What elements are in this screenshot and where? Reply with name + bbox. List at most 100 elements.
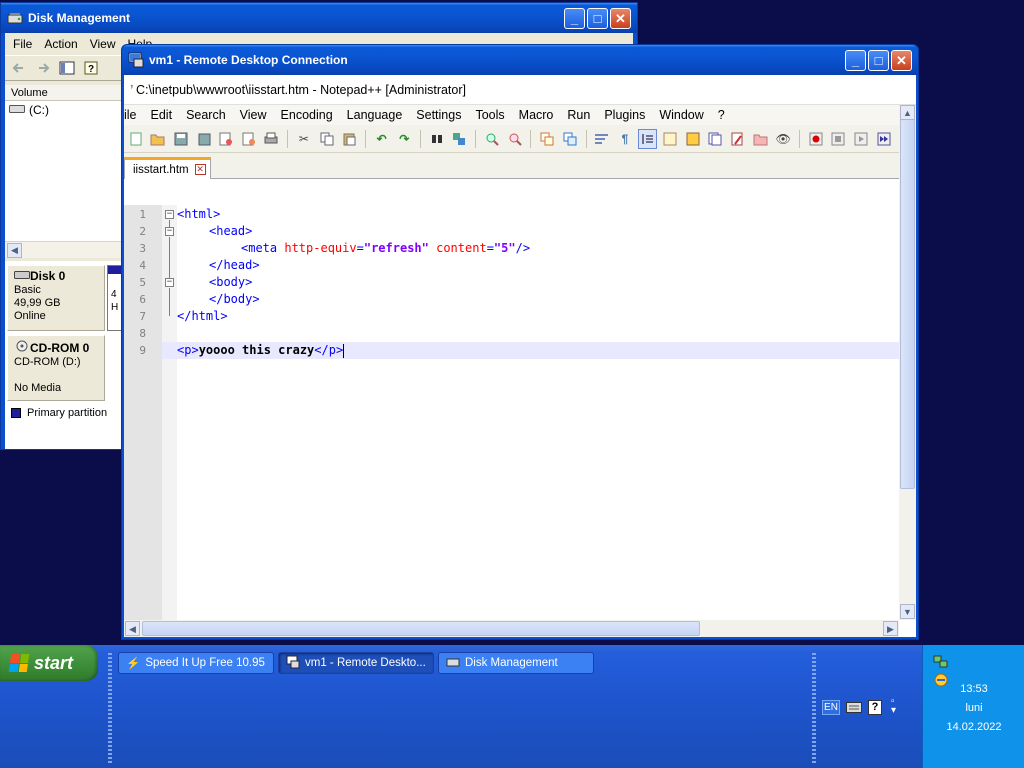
redo-icon[interactable]: ↷ bbox=[395, 129, 415, 149]
help-icon[interactable]: ? bbox=[83, 60, 99, 76]
menu-tools[interactable]: Tools bbox=[468, 108, 511, 122]
taskbar-button-rdp[interactable]: vm1 - Remote Deskto... bbox=[278, 652, 434, 674]
editor-horizontal-scrollbar[interactable]: ◀ ▶ bbox=[124, 620, 899, 637]
taskbar-button-disk-management[interactable]: Disk Management bbox=[438, 652, 594, 674]
scroll-right-arrow-icon[interactable]: ▶ bbox=[883, 621, 898, 636]
menu-view[interactable]: View bbox=[233, 108, 274, 122]
disk-management-titlebar[interactable]: Disk Management _ □ ✕ bbox=[1, 3, 637, 33]
close-all-icon[interactable] bbox=[239, 129, 259, 149]
start-button[interactable]: start bbox=[0, 645, 98, 681]
code-token: </p> bbox=[314, 343, 344, 357]
network-icon[interactable] bbox=[933, 655, 949, 672]
menu-help[interactable]: ? bbox=[711, 108, 732, 122]
zoom-in-icon[interactable] bbox=[482, 129, 502, 149]
record-macro-icon[interactable] bbox=[806, 129, 826, 149]
show-all-chars-icon[interactable]: ¶ bbox=[615, 129, 635, 149]
volume-item-c[interactable]: (C:) bbox=[9, 103, 49, 117]
tab-iisstart[interactable]: iisstart.htm ✕ bbox=[124, 157, 211, 179]
show-hide-tree-icon[interactable] bbox=[59, 60, 75, 76]
help-icon[interactable]: ? bbox=[868, 700, 882, 715]
back-arrow-icon[interactable] bbox=[11, 60, 27, 76]
keyboard-icon[interactable] bbox=[846, 702, 862, 716]
rdp-close-button[interactable]: ✕ bbox=[891, 50, 912, 71]
disk0-name: Disk 0 bbox=[30, 269, 66, 283]
new-file-icon[interactable] bbox=[126, 129, 146, 149]
zoom-out-icon[interactable] bbox=[505, 129, 525, 149]
rdp-titlebar[interactable]: vm1 - Remote Desktop Connection _ □ ✕ bbox=[122, 45, 918, 75]
rdp-minimize-button[interactable]: _ bbox=[845, 50, 866, 71]
user-language-icon[interactable] bbox=[660, 129, 680, 149]
folder-workspace-icon[interactable] bbox=[728, 129, 748, 149]
close-button[interactable]: ✕ bbox=[610, 8, 631, 29]
scroll-left-arrow-icon[interactable]: ◀ bbox=[125, 621, 140, 636]
code-token: <head> bbox=[209, 224, 253, 238]
menu-file[interactable]: ile bbox=[124, 108, 144, 122]
menu-macro[interactable]: Macro bbox=[512, 108, 561, 122]
monitoring-eye-icon[interactable]: 👁 bbox=[773, 129, 793, 149]
disk-management-title: Disk Management bbox=[28, 11, 131, 25]
vertical-scroll-thumb[interactable] bbox=[900, 119, 915, 489]
menu-language[interactable]: Language bbox=[340, 108, 410, 122]
cdrom0-media: No Media bbox=[14, 382, 62, 394]
word-wrap-icon[interactable] bbox=[593, 129, 613, 149]
function-list-icon[interactable] bbox=[706, 129, 726, 149]
volume-column-header[interactable]: Volume bbox=[5, 85, 123, 101]
cut-icon[interactable]: ✂ bbox=[294, 129, 314, 149]
restore-language-bar-icon[interactable]: ▫ ▾ bbox=[891, 697, 896, 716]
volume-list-scrollbar[interactable]: ◀ bbox=[5, 241, 123, 258]
code-editor[interactable]: 1 2 3 4 5 6 7 8 9 − − − <html> <head> <m… bbox=[124, 205, 899, 620]
menu-search[interactable]: Search bbox=[179, 108, 233, 122]
run-macro-multiple-icon[interactable] bbox=[874, 129, 894, 149]
menu-plugins[interactable]: Plugins bbox=[597, 108, 652, 122]
code-token: </body> bbox=[209, 292, 260, 306]
save-icon[interactable] bbox=[171, 129, 191, 149]
minimize-button[interactable]: _ bbox=[564, 8, 585, 29]
menu-settings[interactable]: Settings bbox=[409, 108, 468, 122]
disk0-label-panel[interactable]: Disk 0 Basic 49,99 GB Online bbox=[7, 265, 105, 331]
paste-icon[interactable] bbox=[339, 129, 359, 149]
taskbar-grip[interactable] bbox=[108, 653, 112, 763]
copy-icon[interactable] bbox=[317, 129, 337, 149]
sync-horizontal-icon[interactable] bbox=[560, 129, 580, 149]
editor-vertical-scrollbar[interactable] bbox=[899, 105, 916, 620]
maximize-button[interactable]: □ bbox=[587, 8, 608, 29]
stop-macro-icon[interactable] bbox=[829, 129, 849, 149]
save-all-icon[interactable] bbox=[194, 129, 214, 149]
open-file-icon[interactable] bbox=[149, 129, 169, 149]
rdp-maximize-button[interactable]: □ bbox=[868, 50, 889, 71]
notepadpp-titlebar[interactable]: ʼ C:\inetpub\wwwroot\iisstart.htm - Note… bbox=[124, 75, 916, 105]
folder-icon[interactable] bbox=[751, 129, 771, 149]
menu-window[interactable]: Window bbox=[652, 108, 710, 122]
find-icon[interactable] bbox=[427, 129, 447, 149]
taskbar-button-speed-it-up[interactable]: ⚡ Speed It Up Free 10.95 bbox=[118, 652, 274, 674]
tab-close-icon[interactable]: ✕ bbox=[194, 164, 206, 175]
horizontal-scroll-thumb[interactable] bbox=[142, 621, 700, 636]
menu-view[interactable]: View bbox=[86, 37, 124, 51]
fold-toggle-icon[interactable]: − bbox=[165, 227, 174, 236]
remote-desktop-icon bbox=[286, 655, 300, 672]
menu-file[interactable]: File bbox=[9, 37, 40, 51]
replace-icon[interactable] bbox=[450, 129, 470, 149]
fold-toggle-icon[interactable]: − bbox=[165, 210, 174, 219]
doc-map-icon[interactable] bbox=[683, 129, 703, 149]
menu-edit[interactable]: Edit bbox=[144, 108, 180, 122]
language-indicator[interactable]: EN bbox=[822, 700, 840, 715]
cdrom0-label-panel[interactable]: CD-ROM 0 CD-ROM (D:) No Media bbox=[7, 335, 105, 401]
forward-arrow-icon[interactable] bbox=[35, 60, 51, 76]
scroll-left-arrow-icon[interactable]: ◀ bbox=[7, 243, 22, 258]
sync-vertical-icon[interactable] bbox=[537, 129, 557, 149]
indent-guide-icon[interactable] bbox=[637, 128, 658, 149]
undo-icon[interactable]: ↶ bbox=[372, 129, 392, 149]
print-icon[interactable] bbox=[262, 129, 282, 149]
taskbar-grip[interactable] bbox=[812, 653, 816, 763]
play-macro-icon[interactable] bbox=[851, 129, 871, 149]
menu-encoding[interactable]: Encoding bbox=[274, 108, 340, 122]
scroll-down-arrow-icon[interactable]: ▼ bbox=[900, 604, 915, 619]
scroll-up-arrow-icon[interactable]: ▲ bbox=[900, 105, 915, 120]
tray-clock[interactable]: 13:53 luni 14.02.2022 bbox=[924, 680, 1024, 737]
menu-action[interactable]: Action bbox=[40, 37, 85, 51]
menu-run[interactable]: Run bbox=[560, 108, 597, 122]
remote-session-area[interactable]: ʼ C:\inetpub\wwwroot\iisstart.htm - Note… bbox=[124, 75, 916, 637]
fold-toggle-icon[interactable]: − bbox=[165, 278, 174, 287]
close-file-icon[interactable] bbox=[216, 129, 236, 149]
